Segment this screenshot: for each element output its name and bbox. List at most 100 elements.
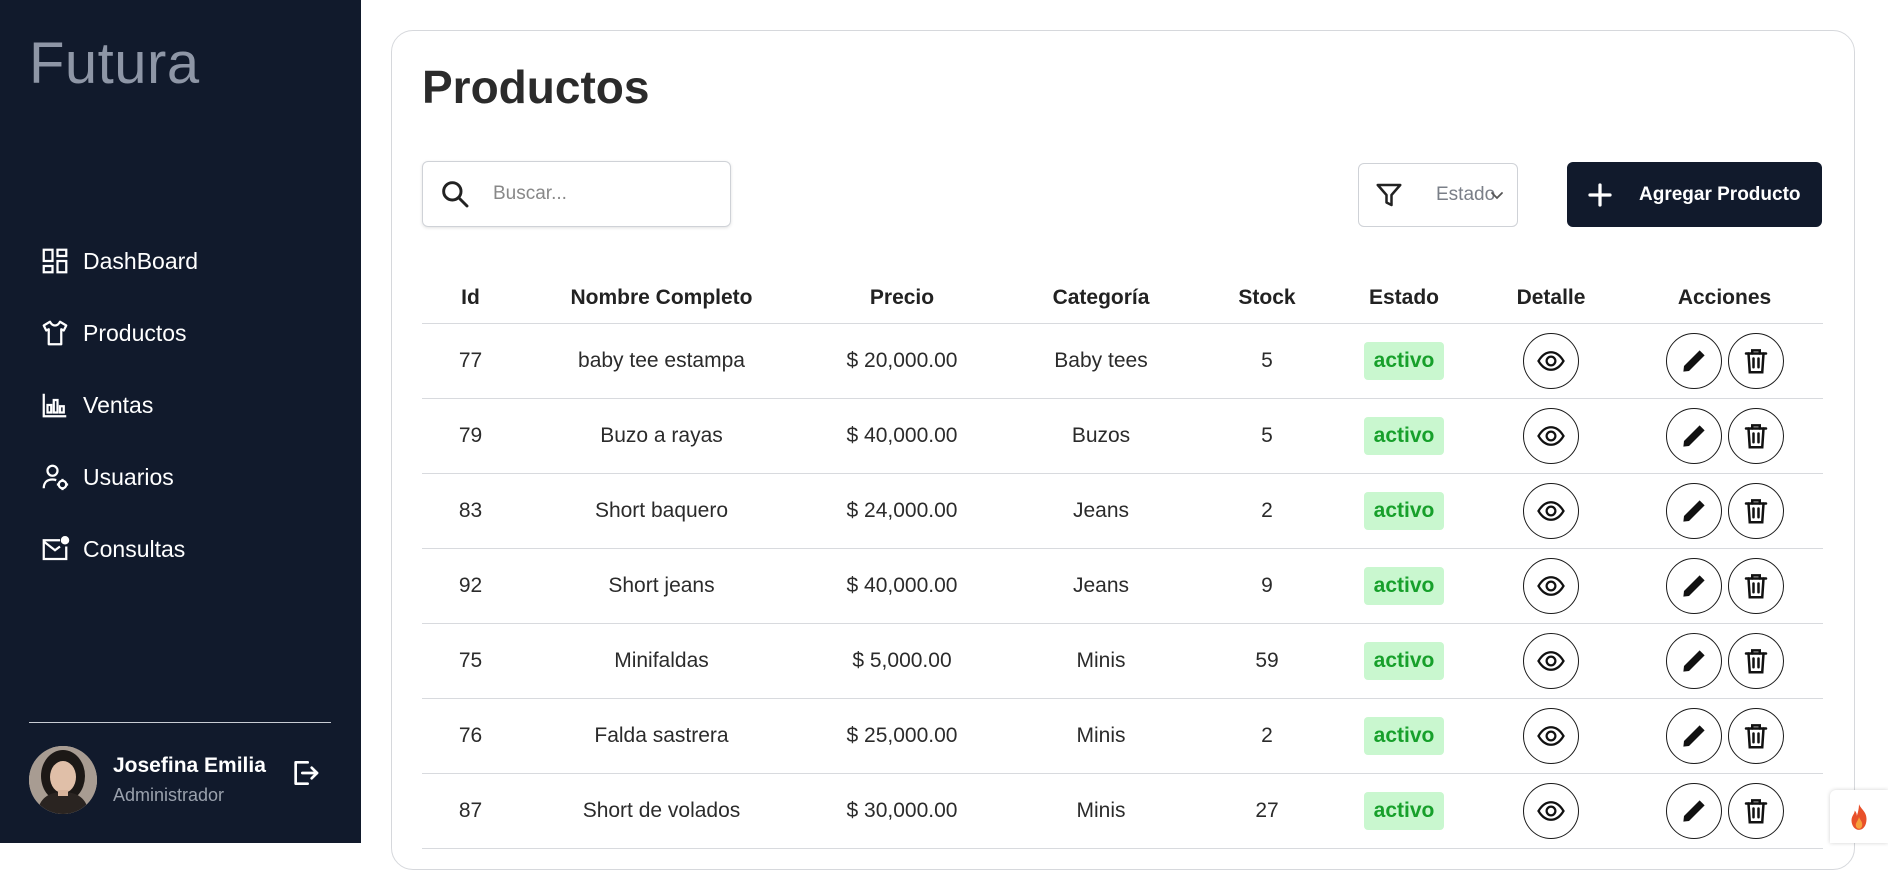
delete-button[interactable] [1727, 782, 1784, 839]
cell-actions [1626, 698, 1823, 774]
cell-name: Buzo a rayas [519, 398, 804, 474]
status-filter-select[interactable]: Estado [1358, 163, 1518, 227]
cell-stock: 5 [1202, 323, 1332, 399]
view-detail-button[interactable] [1523, 707, 1579, 764]
sidebar-divider [29, 722, 331, 723]
trash-icon [1744, 498, 1767, 523]
view-detail-button[interactable] [1523, 632, 1579, 689]
table-header-row: Id Nombre Completo Precio Categoría Stoc… [422, 276, 1823, 324]
status-badge: activo [1363, 716, 1445, 755]
cell-category: Minis [1000, 698, 1202, 774]
search-input[interactable] [493, 183, 703, 205]
pencil-icon [1682, 499, 1705, 522]
column-header-id[interactable]: Id [422, 276, 519, 324]
sidebar-item-label: Ventas [83, 391, 154, 418]
view-detail-button[interactable] [1523, 332, 1579, 389]
eye-icon [1537, 800, 1565, 821]
avatar [29, 746, 97, 814]
trash-icon [1744, 423, 1767, 448]
status-badge: activo [1363, 416, 1445, 455]
table-row[interactable]: 76 Falda sastrera $ 25,000.00 Minis 2 activo [422, 698, 1823, 774]
products-table: Id Nombre Completo Precio Categoría Stoc… [422, 276, 1823, 849]
table-row[interactable]: 92 Short jeans $ 40,000.00 Jeans 9 activo [422, 548, 1823, 624]
cell-id: 77 [422, 323, 519, 399]
cell-name: Minifaldas [519, 623, 804, 699]
table-row[interactable]: 79 Buzo a rayas $ 40,000.00 Buzos 5 activo [422, 398, 1823, 474]
table-row[interactable]: 87 Short de volados $ 30,000.00 Minis 27 acti… [422, 773, 1823, 849]
sidebar-item-ventas[interactable]: Ventas [40, 387, 198, 423]
add-product-label: Agregar Producto [1639, 183, 1801, 205]
edit-button[interactable] [1665, 332, 1722, 389]
cell-actions [1626, 473, 1823, 549]
cell-detail [1476, 473, 1626, 549]
edit-button[interactable] [1665, 482, 1722, 539]
search-box[interactable] [422, 161, 731, 227]
cell-stock: 9 [1202, 548, 1332, 624]
cell-name: Short baquero [519, 473, 804, 549]
delete-button[interactable] [1727, 407, 1784, 464]
cell-id: 83 [422, 473, 519, 549]
sidebar: Futura DashBoard Productos Ventas Usuari… [0, 0, 361, 843]
status-badge: activo [1363, 491, 1445, 530]
column-header-stock[interactable]: Stock [1202, 276, 1332, 324]
edit-button[interactable] [1665, 407, 1722, 464]
sidebar-item-productos[interactable]: Productos [40, 315, 198, 351]
edit-button[interactable] [1665, 707, 1722, 764]
status-badge: activo [1363, 341, 1445, 380]
edit-button[interactable] [1665, 557, 1722, 614]
cell-category: Minis [1000, 773, 1202, 849]
view-detail-button[interactable] [1523, 782, 1579, 839]
brand-logo[interactable]: Futura [29, 30, 200, 97]
delete-button[interactable] [1727, 482, 1784, 539]
trash-icon [1744, 648, 1767, 673]
cell-price: $ 40,000.00 [804, 548, 1000, 624]
pencil-icon [1682, 574, 1705, 597]
user-role: Administrador [113, 785, 225, 805]
cell-name: Falda sastrera [519, 698, 804, 774]
table-row[interactable]: 75 Minifaldas $ 5,000.00 Minis 59 activo [422, 623, 1823, 699]
delete-button[interactable] [1727, 707, 1784, 764]
cell-actions [1626, 323, 1823, 399]
cell-category: Baby tees [1000, 323, 1202, 399]
flame-icon[interactable] [1830, 790, 1888, 843]
cell-actions [1626, 398, 1823, 474]
add-product-button[interactable]: Agregar Producto [1567, 162, 1822, 227]
logout-icon[interactable] [289, 757, 321, 789]
chevron-down-icon [1491, 192, 1503, 200]
search-icon [442, 181, 469, 208]
cell-name: Short jeans [519, 548, 804, 624]
cell-price: $ 25,000.00 [804, 698, 1000, 774]
eye-icon [1537, 350, 1565, 371]
view-detail-button[interactable] [1523, 482, 1579, 539]
eye-icon [1537, 650, 1565, 671]
edit-button[interactable] [1665, 632, 1722, 689]
cell-id: 92 [422, 548, 519, 624]
cell-status: activo [1332, 548, 1476, 624]
cell-actions [1626, 773, 1823, 849]
cell-status: activo [1332, 323, 1476, 399]
edit-button[interactable] [1665, 782, 1722, 839]
sidebar-item-dashboard[interactable]: DashBoard [40, 243, 198, 279]
table-row[interactable]: 83 Short baquero $ 24,000.00 Jeans 2 activo [422, 473, 1823, 549]
column-header-price[interactable]: Precio [804, 276, 1000, 324]
view-detail-button[interactable] [1523, 407, 1579, 464]
status-badge: activo [1363, 641, 1445, 680]
cell-detail [1476, 698, 1626, 774]
column-header-status[interactable]: Estado [1332, 276, 1476, 324]
delete-button[interactable] [1727, 557, 1784, 614]
delete-button[interactable] [1727, 332, 1784, 389]
table-row[interactable]: 77 baby tee estampa $ 20,000.00 Baby tees 5 a… [422, 323, 1823, 399]
cell-status: activo [1332, 398, 1476, 474]
view-detail-button[interactable] [1523, 557, 1579, 614]
sidebar-item-consultas[interactable]: Consultas [40, 531, 198, 567]
status-badge: activo [1363, 566, 1445, 605]
cell-status: activo [1332, 698, 1476, 774]
delete-button[interactable] [1727, 632, 1784, 689]
column-header-category[interactable]: Categoría [1000, 276, 1202, 324]
cell-price: $ 20,000.00 [804, 323, 1000, 399]
cell-category: Buzos [1000, 398, 1202, 474]
pencil-icon [1682, 724, 1705, 747]
sidebar-item-usuarios[interactable]: Usuarios [40, 459, 198, 495]
trash-icon [1744, 723, 1767, 748]
column-header-name[interactable]: Nombre Completo [519, 276, 804, 324]
